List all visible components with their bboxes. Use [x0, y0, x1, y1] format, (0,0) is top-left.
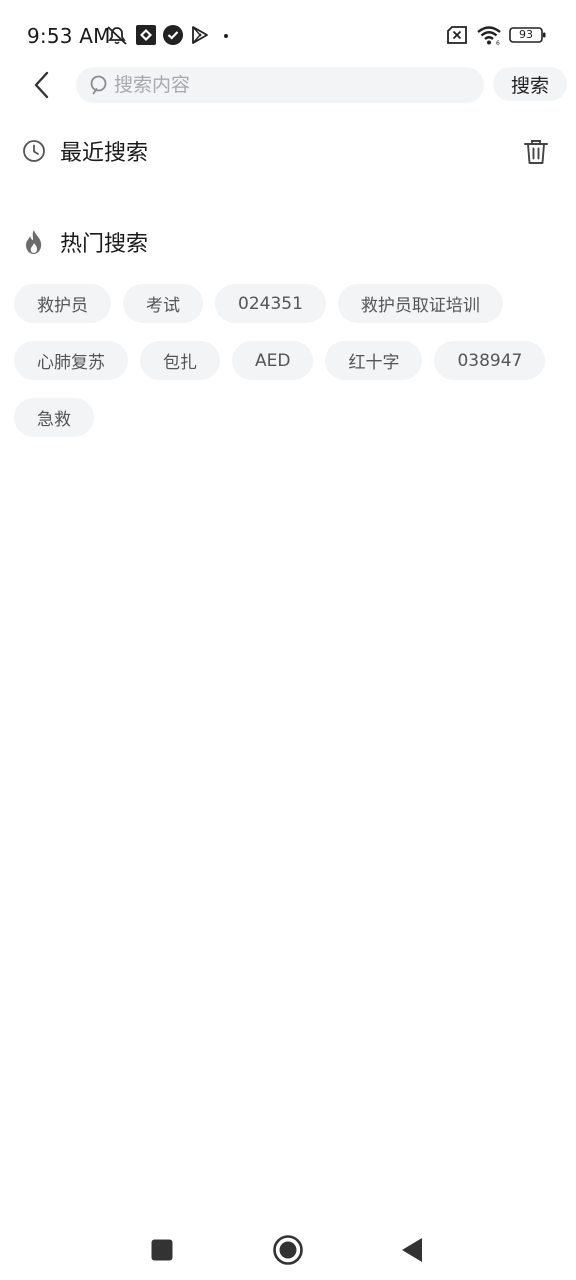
system-nav-bar	[0, 1216, 576, 1280]
no-sim-icon	[447, 26, 467, 44]
search-button[interactable]: 搜索	[493, 67, 567, 101]
search-box[interactable]	[76, 67, 484, 103]
search-screen: 9:53 AM 6 93 搜索内容 搜索 最近搜索 热门搜索 救护员 考试 02…	[0, 0, 576, 1280]
wifi-icon: 6	[477, 26, 501, 46]
hot-search-tag[interactable]: 考试	[123, 284, 203, 323]
hot-search-title: 热门搜索	[60, 232, 149, 257]
recent-apps-button[interactable]	[140, 1228, 184, 1272]
sync-icon	[136, 25, 156, 45]
back-nav-button[interactable]	[390, 1228, 434, 1272]
tag-row: 心肺复苏 包扎 AED 红十字 038947	[14, 341, 562, 380]
status-time: 9:53 AM	[27, 24, 111, 48]
clear-history-button[interactable]	[521, 137, 551, 167]
hot-search-tag[interactable]: 红十字	[325, 341, 423, 380]
fire-icon	[26, 230, 42, 254]
hot-search-tag[interactable]: 急救	[14, 398, 94, 437]
chevron-left-icon	[34, 71, 49, 99]
hot-search-tag[interactable]: 包扎	[140, 341, 220, 380]
status-bar: 9:53 AM 6 93	[0, 0, 576, 70]
play-store-icon	[192, 26, 208, 44]
hot-search-tag[interactable]: AED	[232, 341, 314, 380]
tag-row: 救护员 考试 024351 救护员取证培训	[14, 284, 562, 323]
dot-icon	[224, 34, 228, 38]
mute-bell-icon	[107, 26, 127, 45]
search-input[interactable]	[114, 74, 464, 96]
back-button[interactable]	[22, 64, 62, 106]
search-icon	[90, 75, 107, 95]
battery-icon: 93	[509, 24, 547, 46]
hot-search-tag[interactable]: 024351	[215, 284, 326, 323]
home-button[interactable]	[266, 1228, 310, 1272]
hot-search-tags: 救护员 考试 024351 救护员取证培训 心肺复苏 包扎 AED 红十字 03…	[14, 284, 562, 455]
tag-row: 急救	[14, 398, 562, 437]
svg-text:6: 6	[496, 40, 500, 46]
battery-level: 93	[519, 28, 533, 41]
hot-search-tag[interactable]: 038947	[434, 341, 546, 380]
recent-search-title: 最近搜索	[60, 141, 149, 166]
hot-search-tag[interactable]: 救护员	[14, 284, 111, 323]
home-circle-icon	[273, 1235, 303, 1265]
hot-search-tag[interactable]: 救护员取证培训	[337, 284, 503, 323]
recent-search-header: 最近搜索	[22, 135, 148, 167]
hot-search-header: 热门搜索	[22, 226, 148, 258]
check-badge-icon	[163, 25, 183, 45]
triangle-back-icon	[402, 1238, 422, 1262]
clock-icon	[23, 140, 45, 162]
square-icon	[151, 1239, 173, 1261]
trash-icon	[524, 140, 548, 164]
hot-search-tag[interactable]: 心肺复苏	[14, 341, 128, 380]
